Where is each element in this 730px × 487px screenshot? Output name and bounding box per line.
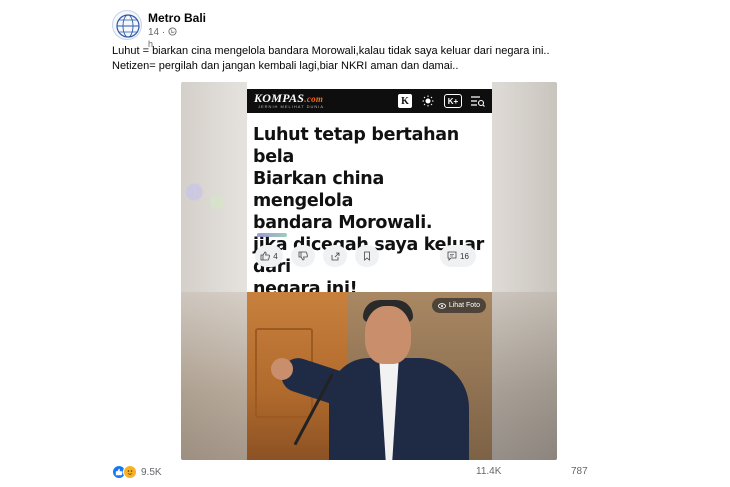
k-plus-icon: K+	[444, 94, 462, 108]
eye-icon	[437, 302, 446, 309]
reaction-count: 9.5K	[141, 466, 162, 478]
comments-count[interactable]: 11.4K	[476, 466, 501, 477]
article-share-button	[323, 245, 347, 267]
search-menu-icon	[470, 93, 486, 109]
thumbs-up-icon	[260, 251, 271, 261]
facebook-post: Metro Bali 14 · h Luhut = biarkan cina m…	[97, 0, 637, 487]
headline-line: Biarkan china mengelola	[253, 169, 384, 211]
kompas-tagline: JERNIH MELIHAT DUNIA	[258, 104, 325, 109]
reactions-summary[interactable]: 9.5K	[112, 465, 162, 479]
sun-icon	[420, 93, 436, 109]
shares-count[interactable]: 787	[571, 466, 588, 477]
person-hand	[271, 358, 293, 380]
care-icon	[123, 465, 137, 479]
caption-line-1: Luhut = biarkan cina mengelola bandara M…	[112, 45, 550, 57]
article-bookmark-button	[355, 245, 379, 267]
globe-logo-icon	[116, 14, 140, 38]
article-action-bar: 4 16	[255, 245, 487, 267]
article-like-count: 4	[273, 251, 278, 261]
news-screenshot: KOMPAS.com JERNIH MELIHAT DUNIA K K+ Luh…	[247, 82, 492, 460]
kompas-header-bar: KOMPAS.com JERNIH MELIHAT DUNIA K K+	[247, 89, 492, 113]
emoji-strip	[257, 233, 287, 237]
view-photo-label: Lihat Foto	[448, 302, 480, 309]
blurred-background-left	[181, 292, 247, 460]
article-comment-button: 16	[440, 245, 476, 267]
thumbs-down-icon	[298, 251, 308, 261]
post-timestamp[interactable]: 14 ·	[148, 27, 177, 38]
page-avatar[interactable]	[112, 10, 142, 40]
view-photo-badge: Lihat Foto	[431, 298, 486, 313]
article-headline: Luhut tetap bertahan bela Biarkan china …	[253, 124, 489, 300]
page-name[interactable]: Metro Bali	[148, 11, 206, 25]
k-icon: K	[398, 94, 412, 108]
caption-line-2: Netizen= pergilah dan jangan kembali lag…	[112, 60, 459, 72]
share-icon	[331, 252, 340, 261]
article-dislike-button	[291, 245, 315, 267]
comment-icon	[447, 251, 457, 261]
blurred-background	[181, 172, 247, 222]
post-footer: 9.5K 11.4K 787	[112, 463, 612, 481]
person-head	[365, 306, 411, 364]
article-comment-count: 16	[460, 251, 469, 261]
kompas-brand-suffix: .com	[304, 94, 324, 104]
post-image[interactable]: KOMPAS.com JERNIH MELIHAT DUNIA K K+ Luh…	[181, 82, 557, 460]
post-caption: Luhut = biarkan cina mengelola bandara M…	[112, 44, 550, 74]
article-photo: Lihat Foto	[247, 292, 492, 460]
globe-privacy-icon	[168, 27, 177, 36]
blurred-background-right	[491, 292, 557, 460]
headline-line: bandara Morowali.	[253, 213, 433, 233]
timestamp-value: 14	[148, 27, 160, 38]
bookmark-icon	[364, 251, 370, 261]
kompas-header-icons: K K+	[398, 93, 486, 109]
kompas-brand: KOMPAS	[254, 91, 305, 105]
person-suit	[329, 358, 469, 460]
headline-line: Luhut tetap bertahan bela	[253, 125, 459, 167]
article-like-button: 4	[255, 245, 283, 267]
